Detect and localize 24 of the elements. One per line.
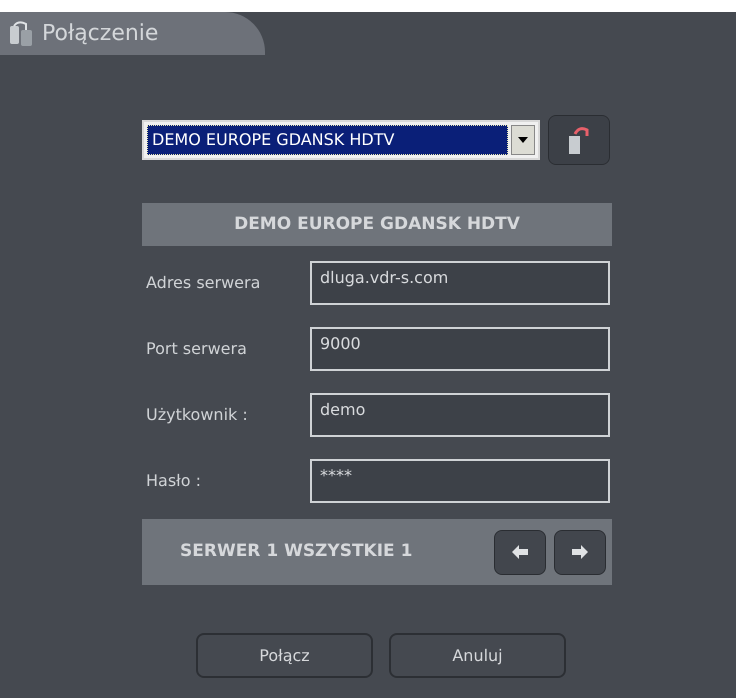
plug-icon (567, 124, 591, 156)
field-label: Użytkownik : (145, 404, 249, 426)
dropdown-value: DEMO EUROPE GDANSK HDTV (147, 125, 508, 155)
input-field[interactable]: dluga.vdr-s.com (310, 261, 610, 305)
server-name-header: DEMO EUROPE GDANSK HDTV (142, 203, 612, 246)
field-label: Adres serwera (145, 272, 262, 294)
disconnect-button[interactable] (548, 115, 610, 165)
right-arrow-icon (572, 545, 588, 559)
input-field[interactable]: 9000 (310, 327, 610, 371)
dropdown-arrow-button[interactable] (511, 125, 535, 155)
dialog-button[interactable]: Połącz (196, 633, 373, 678)
window-title: Połączenie (42, 20, 158, 48)
dialog-button[interactable]: Anuluj (389, 633, 566, 678)
server-dropdown[interactable]: DEMO EUROPE GDANSK HDTV (142, 120, 540, 160)
caret-icon (518, 137, 528, 143)
field-label: Port serwera (145, 338, 248, 360)
field-label: Hasło : (145, 470, 202, 492)
input-field[interactable]: **** (310, 459, 610, 503)
server-counter: SERWER 1 WSZYSTKIE 1 (180, 540, 414, 564)
left-arrow-icon (512, 545, 528, 559)
previous-button[interactable] (494, 530, 546, 574)
next-button[interactable] (554, 530, 606, 574)
connection-icon (8, 20, 34, 48)
input-field[interactable]: demo (310, 393, 610, 437)
